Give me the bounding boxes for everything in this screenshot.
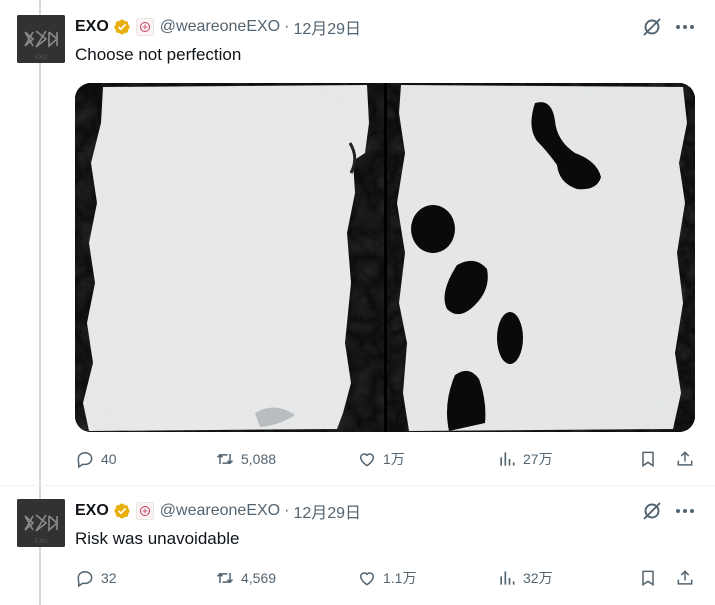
grok-icon[interactable] <box>640 15 664 39</box>
author-handle[interactable]: @weareoneEXO <box>160 502 280 520</box>
header-separator: · <box>284 502 290 519</box>
verified-badge-icon[interactable] <box>113 502 131 520</box>
retweet-count: 4,569 <box>241 570 277 586</box>
avatar[interactable]: EXO <box>17 15 65 63</box>
tweet-1[interactable]: EXO EXO @weareoneEXO · 12月29日 Choose not… <box>0 0 715 485</box>
reply-count: 32 <box>101 570 117 586</box>
tweet-header: EXO @weareoneEXO · 12月29日 <box>75 16 361 38</box>
bookmark-button[interactable] <box>638 566 658 590</box>
views-icon <box>500 571 515 585</box>
retweet-icon <box>216 453 234 465</box>
reply-button[interactable]: 40 <box>75 447 117 471</box>
tweet-actions: 40 5,088 1万 27万 <box>75 447 697 471</box>
views-button[interactable]: 27万 <box>497 447 553 471</box>
retweet-count: 5,088 <box>241 451 277 467</box>
views-button[interactable]: 32万 <box>497 566 553 590</box>
more-icon[interactable] <box>673 499 697 523</box>
tweet-date[interactable]: 12月29日 <box>293 499 361 523</box>
views-count: 32万 <box>523 570 553 586</box>
share-icon <box>677 570 693 585</box>
grok-icon[interactable] <box>640 499 664 523</box>
views-icon <box>500 452 515 466</box>
bookmark-icon <box>642 570 654 587</box>
affiliate-badge-icon[interactable] <box>135 502 154 520</box>
media-image-right[interactable] <box>386 83 695 432</box>
retweet-button[interactable]: 5,088 <box>215 447 276 471</box>
tweet-header: EXO @weareoneEXO · 12月29日 <box>75 500 361 522</box>
bookmark-button[interactable] <box>638 447 658 471</box>
author-name[interactable]: EXO <box>75 18 109 36</box>
more-icon[interactable] <box>673 15 697 39</box>
retweet-button[interactable]: 4,569 <box>215 566 276 590</box>
author-name[interactable]: EXO <box>75 502 109 520</box>
media-image-left[interactable] <box>75 83 384 432</box>
like-icon <box>359 453 375 467</box>
reply-count: 40 <box>101 451 117 467</box>
svg-text:EXO: EXO <box>35 54 48 61</box>
svg-text:EXO: EXO <box>35 538 48 545</box>
share-icon <box>677 451 693 466</box>
verified-badge-icon[interactable] <box>113 18 131 36</box>
reply-icon <box>77 570 93 588</box>
tweet-text: Choose not perfection <box>75 45 242 64</box>
retweet-icon <box>216 572 234 584</box>
like-button[interactable]: 1万 <box>357 447 405 471</box>
affiliate-badge-icon[interactable] <box>135 18 154 36</box>
share-button[interactable] <box>675 447 695 471</box>
views-count: 27万 <box>523 451 553 467</box>
reply-icon <box>77 451 93 469</box>
share-button[interactable] <box>675 566 695 590</box>
author-handle[interactable]: @weareoneEXO <box>160 18 280 36</box>
tweet-date[interactable]: 12月29日 <box>293 15 361 39</box>
tweet-text: Risk was unavoidable <box>75 529 240 548</box>
like-count: 1万 <box>383 451 405 467</box>
bookmark-icon <box>642 451 654 468</box>
tweet-2[interactable]: EXO EXO @weareoneEXO · 12月29日 Risk was u… <box>0 486 715 605</box>
tweet-actions: 32 4,569 1.1万 32万 <box>75 566 697 590</box>
like-count: 1.1万 <box>383 570 417 586</box>
reply-button[interactable]: 32 <box>75 566 117 590</box>
header-separator: · <box>284 18 290 35</box>
like-icon <box>359 572 375 586</box>
like-button[interactable]: 1.1万 <box>357 566 416 590</box>
tweet-media[interactable] <box>75 83 695 432</box>
avatar[interactable]: EXO <box>17 499 65 547</box>
